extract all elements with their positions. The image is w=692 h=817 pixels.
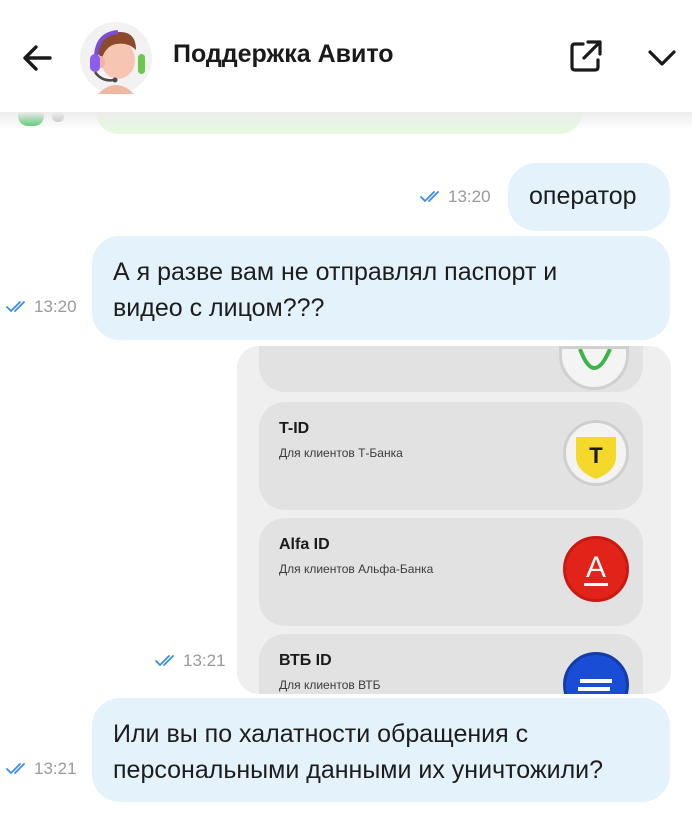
svg-text:А: А xyxy=(586,551,606,584)
card-subtitle: Для клиентов Альфа-Банка xyxy=(279,562,434,576)
support-avatar-icon xyxy=(80,22,152,94)
double-check-icon xyxy=(420,191,439,203)
message-meta: 13:20 xyxy=(6,297,77,317)
alfa-logo-icon: А xyxy=(563,536,629,602)
chat-header: Поддержка Авито xyxy=(0,0,692,112)
id-card-partial xyxy=(259,346,643,392)
message-meta: 13:20 xyxy=(420,187,491,207)
id-card-alfa: Alfa ID Для клиентов Альфа-Банка А xyxy=(259,518,643,626)
double-check-icon xyxy=(155,655,174,667)
bank-logo xyxy=(559,346,629,390)
page-title: Поддержка Авито xyxy=(173,40,394,68)
message-bubble-outgoing[interactable]: оператор xyxy=(508,163,670,231)
card-title: ВТБ ID xyxy=(279,652,332,669)
share-button[interactable] xyxy=(566,36,606,76)
card-title: Alfa ID xyxy=(279,536,330,553)
message-text: оператор xyxy=(529,182,637,210)
card-subtitle: Для клиентов ВТБ xyxy=(279,678,381,692)
message-text-line: А я разве вам не отправлял паспорт и xyxy=(113,258,558,286)
card-subtitle: Для клиентов Т-Банка xyxy=(279,446,403,460)
timestamp: 13:21 xyxy=(34,759,77,778)
message-meta: 13:21 xyxy=(155,651,226,671)
message-text-line: видео с лицом??? xyxy=(113,294,325,322)
message-meta: 13:21 xyxy=(6,759,77,779)
back-button[interactable] xyxy=(18,38,58,78)
collapse-button[interactable] xyxy=(642,38,682,78)
message-text-line: персональными данными их уничтожили? xyxy=(113,756,604,784)
timestamp: 13:20 xyxy=(448,187,491,206)
double-check-icon xyxy=(6,301,25,313)
message-bubble-outgoing[interactable]: Или вы по халатности обращения с персона… xyxy=(92,698,670,802)
header-shadow xyxy=(0,112,692,130)
timestamp: 13:20 xyxy=(34,297,77,316)
vtb-logo-icon xyxy=(563,652,629,694)
double-check-icon xyxy=(6,763,25,775)
back-arrow-icon xyxy=(23,45,52,71)
svg-text:T: T xyxy=(589,443,603,468)
id-card-vtb: ВТБ ID Для клиентов ВТБ xyxy=(259,634,643,694)
timestamp: 13:21 xyxy=(183,651,226,670)
avatar[interactable] xyxy=(78,20,154,96)
share-icon xyxy=(570,40,602,72)
message-bubble-outgoing[interactable]: А я разве вам не отправлял паспорт и вид… xyxy=(92,236,670,340)
image-attachment[interactable]: T-ID Для клиентов Т-Банка T Alfa ID Для … xyxy=(237,346,671,694)
card-title: T-ID xyxy=(279,420,310,437)
tbank-logo-icon: T xyxy=(563,420,629,486)
id-card-tbank: T-ID Для клиентов Т-Банка T xyxy=(259,402,643,510)
chevron-down-icon xyxy=(648,50,676,66)
message-text-line: Или вы по халатности обращения с xyxy=(113,720,529,748)
